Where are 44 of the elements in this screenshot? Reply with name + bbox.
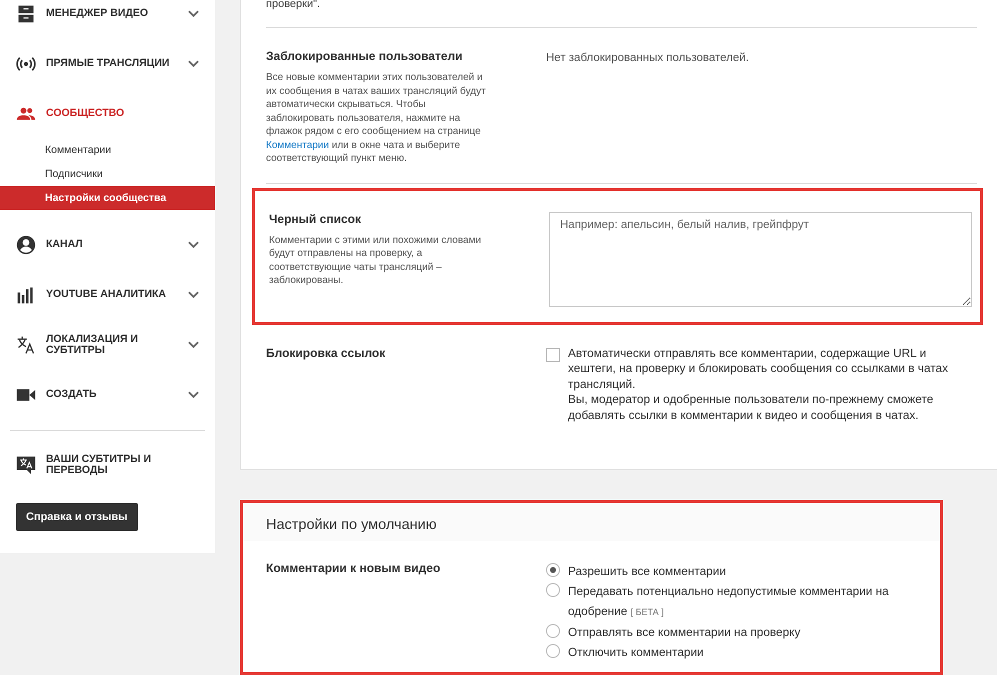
submenu-item[interactable]: Комментарии [0, 138, 215, 162]
radio-button[interactable] [546, 583, 560, 598]
section-title: Блокировка ссылок [266, 346, 386, 360]
blocked-users-value: Нет заблокированных пользователей. [546, 51, 750, 64]
chevron-down-icon[interactable] [188, 10, 199, 18]
person-icon [16, 235, 36, 255]
card-title: Настройки по умолчанию [266, 517, 437, 534]
note-text: Вы, модератор и одобренные пользователи по-прежнему сможете добавлять ссылки в комментарии к видео и сообщения в чатах. [568, 392, 934, 423]
submenu-item[interactable]: Настройки сообщества [0, 186, 215, 210]
description-text: Все новые комментарии этих пользователей и их сообщения в чатах ваших трансляций будут автоматически скрываться. Чтобы заблокировать пользователя, нажмите на флажок рядом с его сообщением на странице Комментарии или в окне чата и выберите соответствующий пункт меню. [266, 71, 487, 166]
chevron-down-icon[interactable] [188, 341, 199, 349]
description-text: Комментарии с этими или похожими словами будут отправлены на проверку, а соответствующие чаты трансляций – заблокированы. [269, 234, 482, 288]
nav-item[interactable]: КАНАЛ [0, 220, 215, 270]
radio-label: Отключить комментарии [568, 644, 705, 662]
radio-label: Передавать потенциально недопустимые комментарии на одобрение [ БЕТА ] [568, 583, 890, 620]
nav-item[interactable]: СОЗДАТЬ [0, 370, 215, 420]
section-title: Комментарии к новым видео [266, 561, 442, 576]
blacklist-field[interactable]: Например: апельсин, белый налив, грейпфрут [549, 212, 972, 306]
section-title: Заблокированные пользователи [266, 49, 464, 63]
drawer-icon [16, 4, 36, 24]
help-feedback-button[interactable]: Справка и отзывы [16, 503, 138, 531]
radio-label: Разрешить все комментарии [568, 563, 727, 580]
checkbox[interactable] [546, 348, 560, 362]
nav-item[interactable]: СООБЩЕСТВО [0, 89, 215, 139]
chevron-down-icon[interactable] [188, 291, 199, 299]
radio-label: Отправлять все комментарии на проверку [568, 624, 802, 642]
radio-button[interactable] [546, 624, 560, 638]
chevron-down-icon[interactable] [188, 241, 199, 249]
submenu-item[interactable]: Подписчики [0, 162, 215, 186]
checkbox-label: Автоматически отправлять все комментарии, содержащие URL и хештеги, на проверку и блокировать сообщения со ссылками в чатах трансляций. [568, 346, 949, 392]
comments-link[interactable]: Комментарии [266, 140, 329, 150]
nav-item[interactable]: YOUTUBE АНАЛИТИКА [0, 270, 215, 320]
chevron-down-icon[interactable] [188, 391, 199, 399]
nav-item[interactable]: ЛОКАЛИЗАЦИЯ И СУБТИТРЫ [0, 320, 215, 370]
radio-button[interactable] [546, 644, 560, 658]
radio-button[interactable] [546, 563, 560, 578]
section-title: Черный список [269, 212, 362, 226]
nav-item[interactable]: МЕНЕДЖЕР ВИДЕО [0, 0, 215, 39]
nav-item[interactable]: ПРЯМЫЕ ТРАНСЛЯЦИИ [0, 39, 215, 89]
nav-item[interactable]: ВАШИ СУБТИТРЫ И ПЕРЕВОДЫ [0, 437, 215, 493]
chevron-down-icon[interactable] [188, 60, 199, 68]
broadcast-icon [16, 54, 36, 74]
translate-bubble-icon [16, 455, 36, 475]
translate-icon [16, 335, 36, 355]
